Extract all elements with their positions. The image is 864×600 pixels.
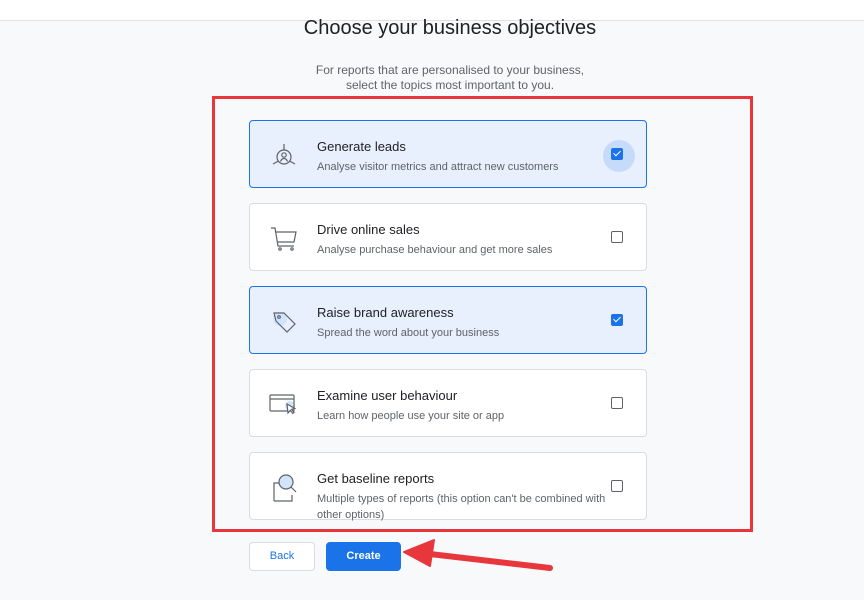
- subtitle-line-1: For reports that are personalised to you…: [315, 63, 585, 77]
- page-title: Choose your business objectives: [303, 17, 597, 39]
- objective-name: Generate leads: [317, 139, 406, 154]
- objective-checkbox[interactable]: [611, 148, 623, 160]
- tag-icon: [268, 305, 300, 337]
- objective-name: Get baseline reports: [317, 471, 435, 486]
- objective-description: Multiple types of reports (this option c…: [317, 493, 606, 521]
- objective-name: Drive online sales: [317, 222, 420, 237]
- objective-drive-online-sales[interactable]: Drive online sales Analyse purchase beha…: [249, 203, 647, 271]
- back-button[interactable]: Back: [249, 542, 315, 571]
- objective-checkbox[interactable]: [611, 397, 623, 409]
- report-magnifier-icon: [268, 471, 300, 503]
- objective-description: Learn how people use your site or app: [317, 410, 505, 422]
- objective-name: Examine user behaviour: [317, 388, 458, 403]
- objective-checkbox[interactable]: [611, 480, 623, 492]
- subtitle-line-2: select the topics most important to you.: [345, 78, 555, 92]
- target-person-icon: [268, 139, 300, 171]
- objective-examine-user-behaviour[interactable]: Examine user behaviour Learn how people …: [249, 369, 647, 437]
- objective-raise-brand-awareness[interactable]: Raise brand awareness Spread the word ab…: [249, 286, 647, 354]
- objective-description: Spread the word about your business: [317, 327, 500, 339]
- objective-name: Raise brand awareness: [317, 305, 454, 320]
- objective-generate-leads[interactable]: Generate leads Analyse visitor metrics a…: [249, 120, 647, 188]
- objective-description: Analyse purchase behaviour and get more …: [317, 244, 553, 256]
- page-subtitle: For reports that are personalised to you…: [0, 63, 864, 93]
- objective-get-baseline-reports[interactable]: Get baseline reports Multiple types of r…: [249, 452, 647, 521]
- objective-description: Analyse visitor metrics and attract new …: [317, 161, 559, 173]
- browser-cursor-icon: [268, 388, 300, 420]
- objective-checkbox[interactable]: [611, 314, 623, 326]
- shopping-cart-icon: [268, 222, 300, 254]
- objective-checkbox[interactable]: [611, 231, 623, 243]
- create-button[interactable]: Create: [326, 542, 401, 571]
- annotation-arrow-icon: [403, 539, 553, 571]
